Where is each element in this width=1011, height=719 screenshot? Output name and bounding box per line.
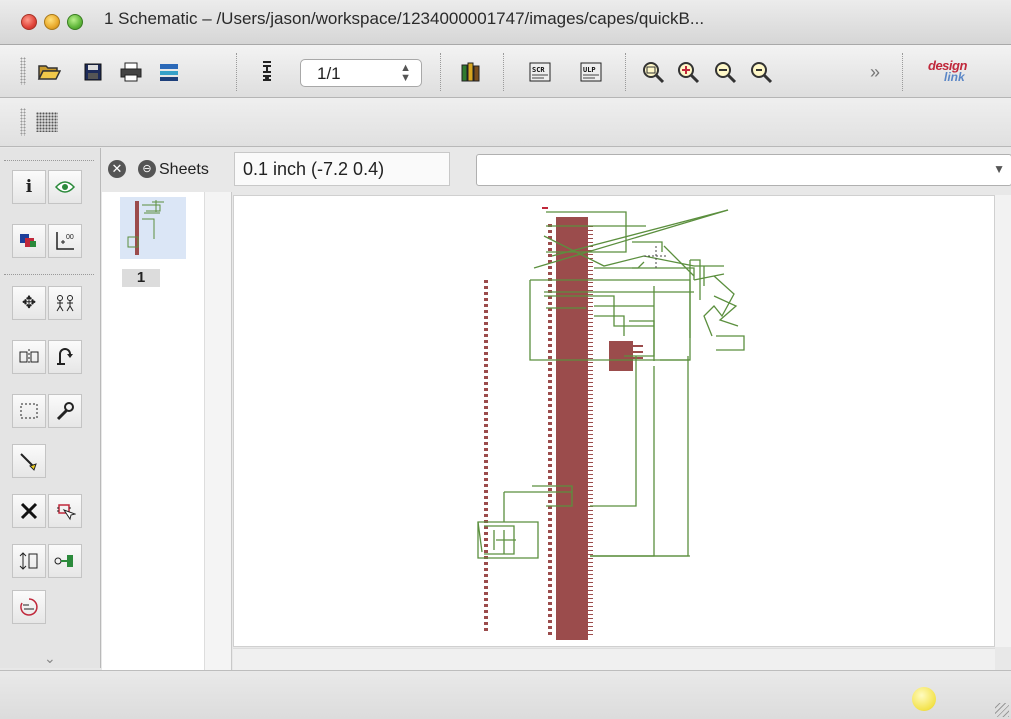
change-wrench-icon[interactable] [48, 394, 82, 428]
schematic-canvas[interactable] [233, 195, 995, 647]
sheets-panel: 1 [102, 192, 205, 670]
print-icon[interactable] [118, 59, 144, 85]
toolbar-grip[interactable] [4, 160, 94, 163]
chevron-down-icon[interactable]: ▼ [993, 162, 1005, 176]
canvas-horizontal-scrollbar[interactable] [233, 648, 995, 671]
title-bar: 1 Schematic – /Users/jason/workspace/123… [0, 0, 1011, 45]
window-title: 1 Schematic – /Users/jason/workspace/123… [104, 9, 705, 28]
stepper-arrows-icon: ▲ ▼ [400, 62, 411, 84]
toolbar-divider [4, 274, 94, 277]
zoom-select-icon[interactable] [748, 59, 774, 85]
sheets-title: Sheets [159, 161, 209, 178]
ulp-icon[interactable]: ULP [578, 59, 604, 85]
replace-icon[interactable] [12, 590, 46, 624]
status-bar [0, 670, 1011, 719]
sheet-page-select[interactable]: 1/1 ▲ ▼ [300, 59, 422, 87]
toolbar-separator [625, 53, 626, 91]
resize-grip-icon[interactable] [995, 703, 1009, 717]
rotate-icon[interactable] [48, 340, 82, 374]
mark-icon[interactable]: 00 [48, 224, 82, 258]
toolbar-grip[interactable] [20, 108, 26, 136]
expand-toolbar-icon[interactable]: ⌄ [44, 650, 56, 667]
display-layers-icon[interactable] [12, 224, 46, 258]
open-icon[interactable] [36, 59, 62, 85]
pinswap-icon[interactable] [12, 544, 46, 578]
save-icon[interactable] [80, 59, 106, 85]
canvas-vertical-scrollbar[interactable] [995, 195, 1011, 647]
toolbar-grip[interactable] [20, 57, 26, 85]
toolbar-separator [236, 53, 237, 91]
library-books-icon[interactable] [458, 59, 484, 85]
mirror-icon[interactable] [12, 340, 46, 374]
sheets-scrollbar[interactable] [205, 192, 232, 670]
command-toolbar: i 00 ✥ ⌄ [0, 148, 101, 668]
parameter-toolbar [0, 98, 1011, 147]
sheet-thumbnail[interactable] [120, 197, 186, 259]
zoom-in-icon[interactable] [675, 59, 701, 85]
board-switch-icon[interactable] [254, 59, 280, 85]
svg-text:ULP: ULP [583, 66, 596, 74]
show-eye-icon[interactable] [48, 170, 82, 204]
script-icon[interactable]: SCR [527, 59, 553, 85]
copy-icon[interactable] [48, 286, 82, 320]
grid-icon[interactable] [36, 112, 58, 132]
schematic-drawing [477, 207, 745, 640]
close-panel-icon[interactable]: ✕ [108, 160, 126, 178]
more-tools-icon[interactable]: » [862, 59, 888, 85]
close-window-button[interactable] [21, 14, 37, 30]
zoom-out-icon[interactable] [712, 59, 738, 85]
design-link-brand-sub: link [944, 70, 965, 84]
add-part-icon[interactable] [48, 494, 82, 528]
zoom-window-button[interactable] [67, 14, 83, 30]
sheet-page-value: 1/1 [317, 64, 341, 83]
toolbar-separator [503, 53, 504, 91]
main-toolbar: 1/1 ▲ ▼ SCR ULP » design link [0, 45, 1011, 98]
sheets-header: ✕ ⊖ Sheets [102, 151, 232, 189]
net-wires [477, 209, 745, 559]
svg-text:00: 00 [66, 234, 74, 241]
minimize-window-button[interactable] [44, 14, 60, 30]
panel-options-icon[interactable]: ⊖ [138, 160, 156, 178]
svg-text:SCR: SCR [532, 66, 545, 74]
info-icon[interactable]: i [12, 170, 46, 204]
cam-processor-icon[interactable] [156, 59, 182, 85]
zoom-fit-icon[interactable] [640, 59, 666, 85]
sheet-number[interactable]: 1 [122, 269, 160, 287]
gateswap-icon[interactable] [48, 544, 82, 578]
command-line-input[interactable]: ▼ [476, 154, 1011, 186]
toolbar-separator [902, 53, 903, 91]
toolbar-separator [440, 53, 441, 91]
paste-icon[interactable] [12, 444, 46, 478]
group-select-icon[interactable] [12, 394, 46, 428]
move-icon[interactable]: ✥ [12, 286, 46, 320]
status-indicator-light [912, 687, 936, 711]
grid-coordinate-readout: 0.1 inch (-7.2 0.4) [234, 152, 450, 186]
delete-icon[interactable] [12, 494, 46, 528]
